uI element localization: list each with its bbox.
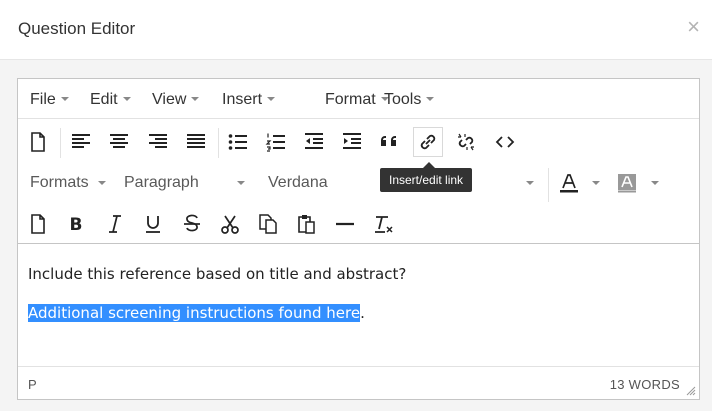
close-icon[interactable]: × [687,16,700,38]
underline-icon [146,216,160,233]
editor-menubar: File Edit View Insert Format Tools [18,79,699,119]
chevron-down-icon [267,96,276,101]
strikethrough-button[interactable] [177,209,207,239]
chevron-down-icon [426,96,435,101]
align-justify-button[interactable] [181,127,211,157]
new-document-button-2[interactable] [23,209,53,239]
strikethrough-icon [184,214,200,232]
svg-text:B: B [70,215,83,235]
bold-icon: B [70,215,83,235]
menu-insert-label: Insert [222,91,263,108]
menu-view-label: View [152,91,187,108]
chevron-down-icon [98,181,106,185]
numbered-list-icon [265,133,285,152]
dialog-header: Question Editor × [0,0,712,60]
editor-content[interactable]: Include this reference based on title an… [18,245,699,365]
rich-text-editor: File Edit View Insert Format Tools Forma… [17,78,700,400]
resize-handle-icon[interactable] [686,386,696,396]
dialog-title: Question Editor [18,19,136,38]
align-center-button[interactable] [104,127,134,157]
formats-dropdown[interactable]: Formats [30,174,89,192]
word-count: 13 WORDS [609,377,680,392]
horizontal-rule-button[interactable] [330,209,360,239]
background-color-button[interactable] [612,168,642,198]
copy-button[interactable] [253,209,283,239]
chevron-down-icon[interactable] [592,181,600,185]
align-left-button[interactable] [66,127,96,157]
horizontal-line-icon [336,222,354,226]
chevron-down-icon [122,96,131,101]
menu-edit[interactable]: Edit [90,91,131,109]
outdent-button[interactable] [299,127,329,157]
bullet-list-icon [228,134,247,150]
numbered-list-button[interactable] [261,127,291,157]
italic-icon [109,215,121,233]
chevron-down-icon[interactable] [651,181,659,185]
code-icon [495,136,515,148]
bullet-list-button[interactable] [223,127,253,157]
highlight-color-icon [618,174,636,193]
new-document-button[interactable] [23,127,53,157]
blockquote-button[interactable] [375,127,405,157]
align-right-icon [149,134,167,148]
menu-file-label: File [30,91,56,108]
bold-button[interactable]: B [61,209,91,239]
insert-link-button[interactable] [413,127,443,157]
text-color-icon [560,174,578,193]
chevron-down-icon [60,96,69,101]
unlink-icon [458,133,474,151]
menu-view[interactable]: View [152,91,200,109]
menu-tools[interactable]: Tools [384,91,435,109]
menu-edit-label: Edit [90,91,118,108]
chevron-down-icon [191,96,200,101]
scissors-icon [221,215,239,234]
new-document-icon [31,214,45,234]
copy-icon [259,214,277,234]
indent-icon [343,133,361,149]
menu-tools-label: Tools [384,91,422,108]
toolbar-separator [218,128,219,158]
quote-icon [381,136,396,146]
align-left-icon [72,134,90,148]
editor-toolbar: Formats Paragraph Verdana B [18,120,699,244]
new-document-icon [31,132,45,152]
source-code-button[interactable] [490,127,520,157]
font-family-dropdown[interactable]: Verdana [268,174,328,192]
clear-formatting-button[interactable] [369,209,399,239]
paragraph-tail: . [360,304,365,322]
remove-link-button[interactable] [451,127,481,157]
element-path[interactable]: P [28,377,37,392]
clear-formatting-icon [375,216,393,233]
menu-insert[interactable]: Insert [222,91,276,109]
align-right-button[interactable] [143,127,173,157]
link-icon [420,134,436,150]
menu-file[interactable]: File [30,91,69,109]
content-paragraph[interactable]: Include this reference based on title an… [28,265,406,283]
block-format-dropdown[interactable]: Paragraph [124,174,199,192]
content-paragraph-link[interactable]: Additional screening instructions found … [28,304,365,322]
align-justify-icon [187,134,205,148]
align-center-icon [110,134,128,148]
tooltip: Insert/edit link [380,168,473,192]
indent-button[interactable] [337,127,367,157]
editor-statusbar: P 13 WORDS [18,366,699,399]
paste-button[interactable] [292,209,322,239]
selected-text[interactable]: Additional screening instructions found … [28,304,361,322]
text-color-button[interactable] [554,168,584,198]
menu-format[interactable]: Format [325,91,389,109]
menu-format-label: Format [325,91,376,108]
cut-button[interactable] [215,209,245,239]
chevron-down-icon [526,181,534,185]
chevron-down-icon [237,181,245,185]
toolbar-separator [60,128,61,158]
toolbar-separator [548,168,549,202]
outdent-icon [305,133,323,149]
italic-button[interactable] [100,209,130,239]
underline-button[interactable] [138,209,168,239]
paste-icon [298,215,315,234]
